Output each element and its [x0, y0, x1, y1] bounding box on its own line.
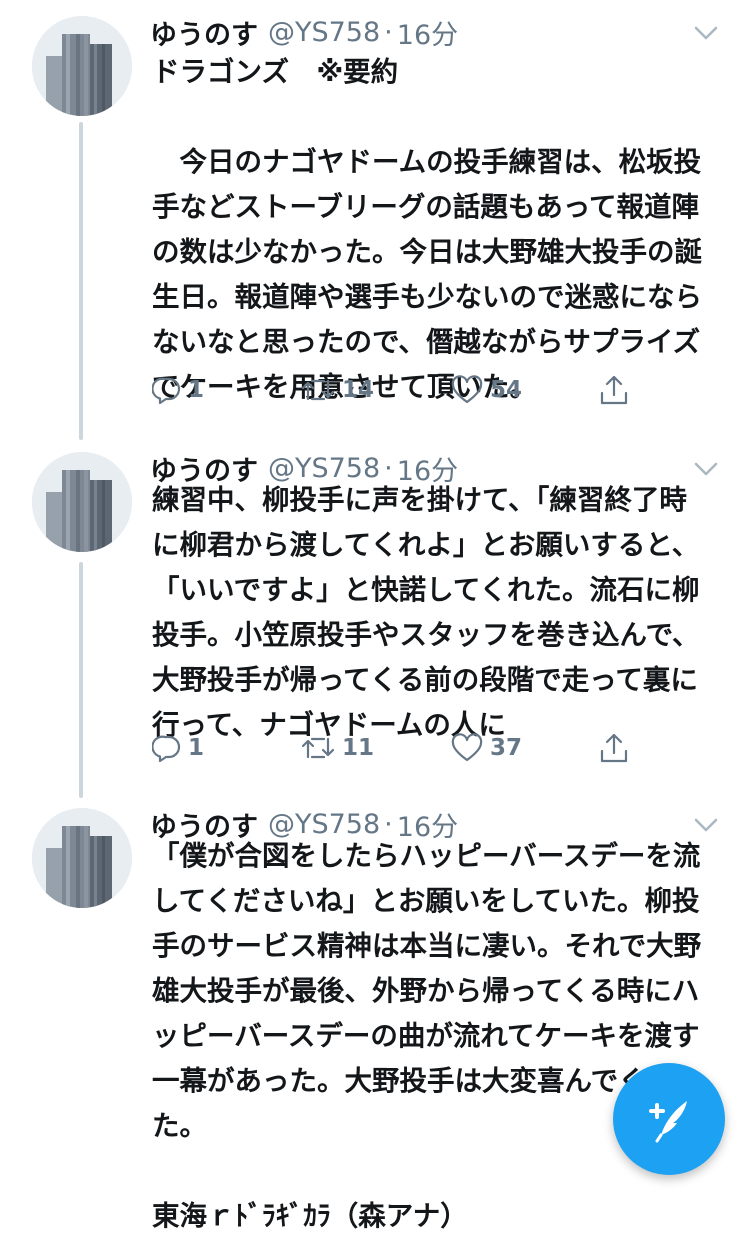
avatar[interactable]	[32, 808, 132, 908]
heart-icon	[451, 733, 483, 762]
reply-button[interactable]: 1	[152, 370, 204, 410]
user-handle[interactable]: @YS758	[268, 17, 380, 48]
retweet-button[interactable]: 14	[300, 370, 374, 410]
share-button[interactable]	[598, 728, 630, 768]
tweet-header: ゆうのす @YS758 · 16分	[150, 12, 730, 52]
tweet-actions: 1 11 37	[152, 728, 652, 768]
separator-dot: ·	[384, 16, 393, 48]
like-count: 54	[490, 377, 523, 403]
retweet-count: 11	[342, 735, 375, 761]
retweet-icon	[301, 737, 335, 759]
avatar[interactable]	[32, 16, 132, 116]
avatar-building-image	[32, 452, 132, 552]
reply-icon	[152, 735, 181, 763]
tweet[interactable]: ゆうのす @YS758 · 16分 ドラゴンズ ※要約 今日のナゴヤドームの投手…	[0, 0, 750, 440]
compose-tweet-icon	[649, 1101, 687, 1143]
reply-icon	[152, 377, 181, 405]
share-button[interactable]	[598, 370, 630, 410]
compose-tweet-button[interactable]	[613, 1063, 725, 1175]
avatar[interactable]	[32, 452, 132, 552]
like-button[interactable]: 54	[450, 370, 522, 410]
chevron-down-icon[interactable]	[692, 814, 720, 836]
like-button[interactable]: 37	[450, 728, 522, 768]
retweet-icon	[301, 379, 335, 401]
retweet-button[interactable]: 11	[300, 728, 374, 768]
reply-count: 1	[188, 735, 205, 761]
tweet-actions: 1 14 54	[152, 370, 652, 410]
reply-count: 1	[188, 377, 205, 403]
chevron-down-icon[interactable]	[692, 22, 720, 44]
heart-icon	[451, 375, 483, 404]
tweet-time[interactable]: 16分	[397, 13, 458, 52]
chevron-down-icon[interactable]	[692, 458, 720, 480]
retweet-count: 14	[342, 377, 375, 403]
share-icon	[600, 733, 628, 763]
tweet-text: ドラゴンズ ※要約 今日のナゴヤドームの投手練習は、松坂投 手などストーブリーグ…	[152, 56, 702, 403]
avatar-building-image	[32, 808, 132, 908]
tweet[interactable]: ゆうのす @YS758 · 16分 練習中、柳投手に声を掛けて、「練習終了時 に…	[0, 436, 750, 796]
user-name[interactable]: ゆうのす	[150, 13, 258, 52]
tweet-text: 練習中、柳投手に声を掛けて、「練習終了時 に柳君から渡してくれよ」とお願いすると…	[152, 484, 700, 741]
share-icon	[600, 375, 628, 405]
tweet-text: 「僕が合図をしたらハッピーバースデーを流 してくださいね」とお願いをしていた。柳…	[152, 840, 702, 1232]
like-count: 37	[490, 735, 523, 761]
avatar-building-image	[32, 16, 132, 116]
reply-button[interactable]: 1	[152, 728, 204, 768]
